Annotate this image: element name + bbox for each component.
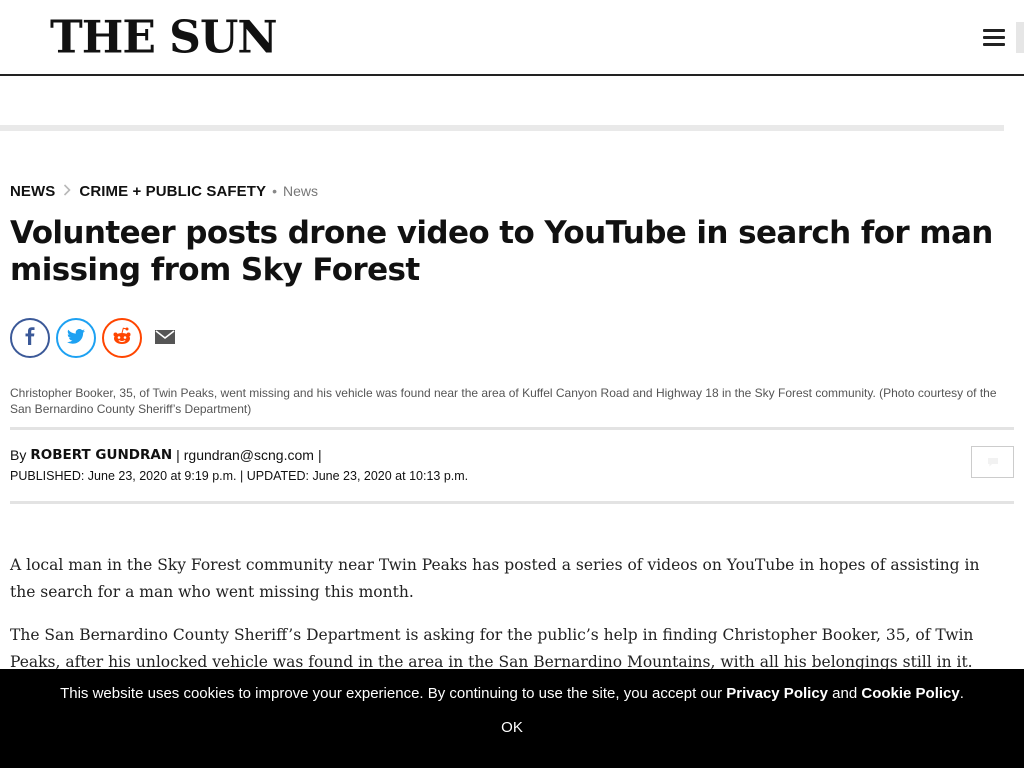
facebook-icon [24,327,36,349]
divider [10,427,1014,430]
byline-separator: | [176,447,180,463]
cookie-message: This website uses cookies to improve you… [0,685,1024,702]
twitter-share-button[interactable] [56,318,96,358]
breadcrumb: NEWS CRIME + PUBLIC SAFETY • News [10,180,318,202]
chevron-right-icon [63,183,72,199]
photo-caption: Christopher Booker, 35, of Twin Peaks, w… [10,386,997,416]
article-paragraph: The San Bernardino County Sheriff’s Depa… [10,626,974,671]
breadcrumb-subsection-link[interactable]: CRIME + PUBLIC SAFETY [79,183,266,200]
search-toggle-tab[interactable] [1016,22,1024,53]
site-header: THE SUN [0,0,1024,76]
hamburger-menu-icon[interactable] [983,29,1005,47]
twitter-icon [67,328,85,348]
privacy-policy-link[interactable]: Privacy Policy [726,685,828,702]
reddit-share-button[interactable] [102,318,142,358]
cookie-and-text: and [832,685,858,702]
cookie-ok-button[interactable]: OK [501,719,523,736]
cookie-policy-link[interactable]: Cookie Policy [861,685,959,702]
reddit-icon [112,327,132,349]
byline-trailing-separator: | [317,447,322,463]
email-icon [155,329,175,348]
cookie-banner: This website uses cookies to improve you… [0,669,1024,768]
site-logo[interactable]: THE SUN [50,12,278,64]
breadcrumb-section-link[interactable]: NEWS [10,183,55,200]
divider [10,501,1014,504]
comments-button[interactable] [971,446,1014,478]
article-paragraph: A local man in the Sky Forest community … [10,556,980,601]
facebook-share-button[interactable] [10,318,50,358]
article-headline: Volunteer posts drone video to YouTube i… [10,215,993,288]
author-link[interactable]: ROBERT GUNDRAN [30,447,172,463]
cookie-ok-row: OK [0,719,1024,736]
byline-prefix: By [10,447,27,463]
publish-dates: PUBLISHED: June 23, 2020 at 9:19 p.m. | … [10,469,469,483]
author-email-link[interactable]: rgundran@scng.com [184,447,314,463]
comment-icon [987,453,999,472]
breadcrumb-tag-link[interactable]: News [283,183,318,199]
ad-placeholder-divider [0,125,1004,131]
cookie-message-text: This website uses cookies to improve you… [60,685,723,702]
cookie-period: . [959,685,964,702]
share-bar [10,318,178,358]
bullet-separator: • [272,183,278,199]
byline: By ROBERT GUNDRAN | rgundran@scng.com | [10,445,326,465]
email-share-button[interactable] [152,318,178,358]
